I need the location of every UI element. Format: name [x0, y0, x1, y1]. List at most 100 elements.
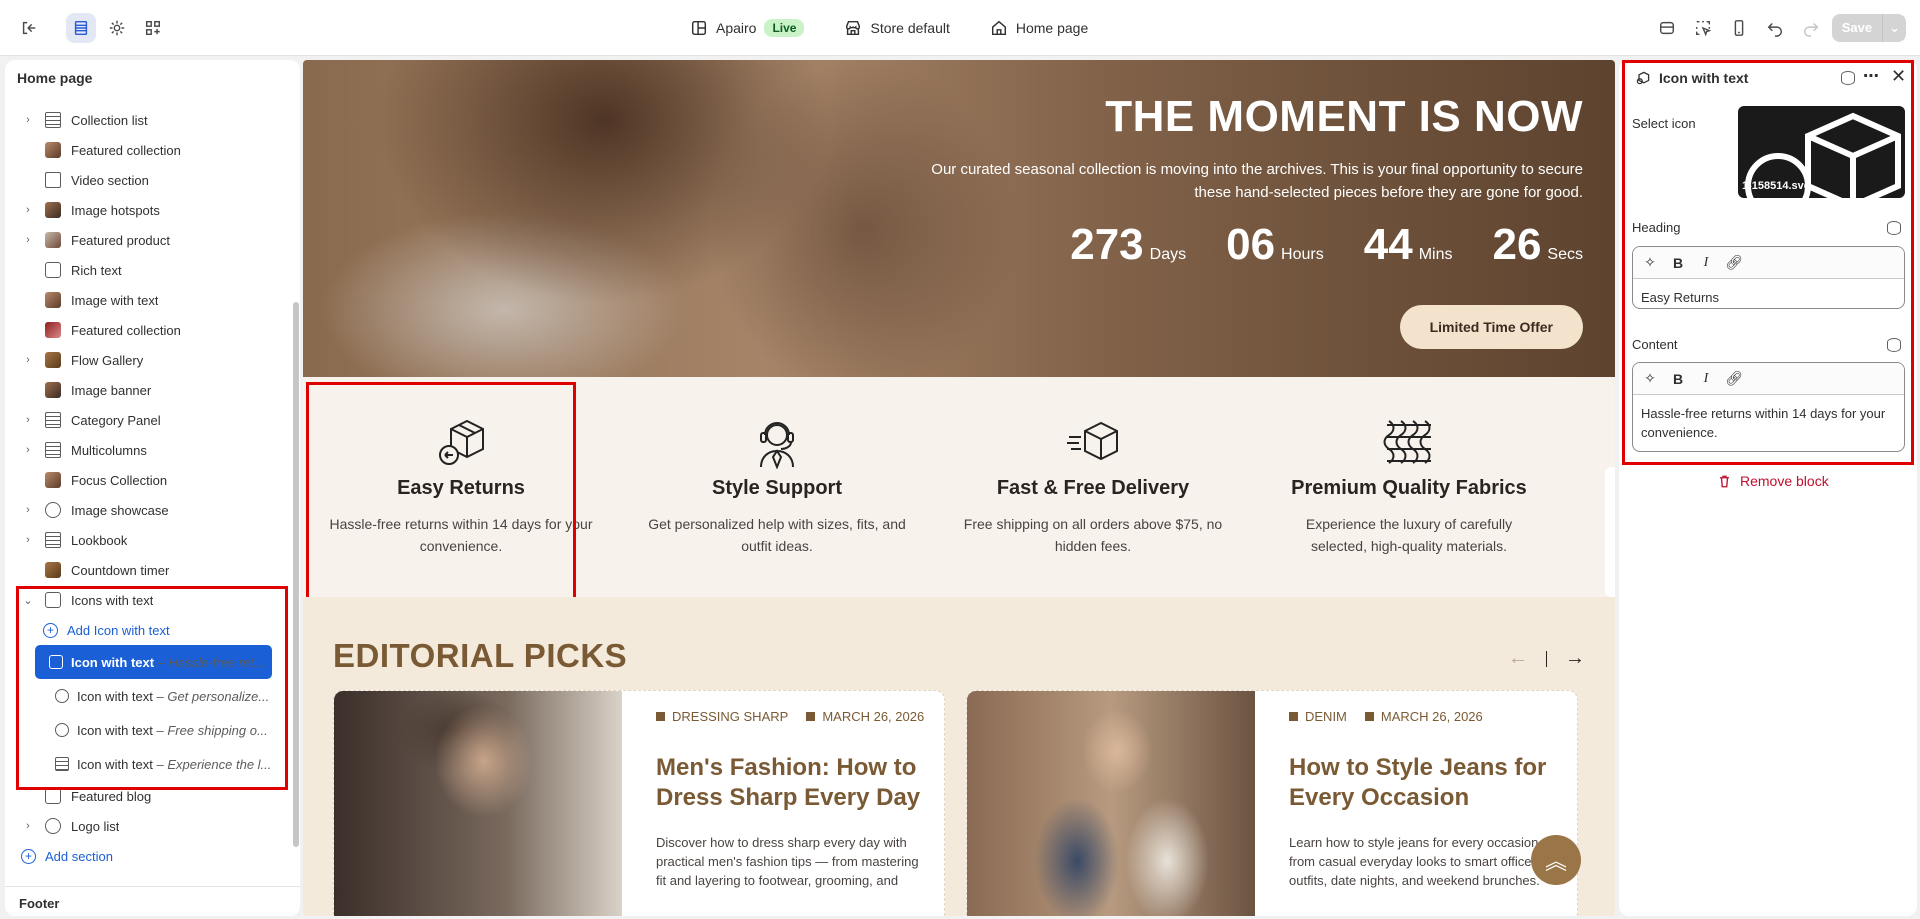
- chevron-right-icon[interactable]: ›: [21, 504, 35, 516]
- sidebar-title: Home page: [17, 70, 93, 86]
- section-label: Featured collection: [71, 322, 181, 338]
- chevron-right-icon[interactable]: ›: [21, 354, 35, 366]
- feature-fast-delivery[interactable]: Fast & Free Delivery Free shipping on al…: [935, 377, 1251, 597]
- image-thumb-icon: [45, 382, 61, 398]
- chevron-right-icon[interactable]: ›: [21, 820, 35, 832]
- chevron-up-icon: ︽: [1544, 849, 1567, 874]
- countdown-secs: 26 Secs: [1492, 220, 1583, 269]
- redo-icon[interactable]: [1796, 13, 1826, 43]
- logo-icon: [45, 818, 61, 834]
- feature-style-support[interactable]: Style Support Get personalized help with…: [619, 377, 935, 597]
- section-label: Lookbook: [71, 532, 128, 548]
- section-item[interactable]: › Image showcase: [5, 495, 287, 525]
- video-icon: [45, 172, 61, 188]
- scroll-to-top-button[interactable]: ︽: [1531, 835, 1581, 885]
- fabric-icon: [1381, 413, 1437, 469]
- chevron-right-icon[interactable]: ›: [21, 534, 35, 546]
- section-label: Countdown timer: [71, 562, 170, 578]
- top-bar: Apairo Live Store default Home page Save…: [0, 0, 1920, 56]
- blog-title[interactable]: Men's Fashion: How to Dress Sharp Every …: [656, 753, 926, 813]
- section-item[interactable]: › Featured product: [5, 225, 287, 255]
- feature-text: Free shipping on all orders above $75, n…: [963, 516, 1223, 554]
- section-label: Image banner: [71, 382, 152, 398]
- feature-premium-fabrics[interactable]: Premium Quality Fabrics Experience the l…: [1251, 377, 1567, 597]
- section-label: Featured product: [71, 232, 171, 248]
- hero-title: THE MOMENT IS NOW: [1105, 92, 1583, 141]
- block-settings-panel: Icon with text ⋯ ✕ Select icon 1-158514.…: [1619, 60, 1917, 916]
- blog-meta: DENIM MARCH 26, 2026: [1289, 709, 1483, 724]
- chevron-right-icon[interactable]: ›: [21, 234, 35, 246]
- layout-icon: [691, 20, 707, 36]
- blog-meta: DRESSING SHARP MARCH 26, 2026: [656, 709, 924, 724]
- chevron-right-icon[interactable]: ›: [21, 114, 35, 126]
- feature-title: Premium Quality Fabrics: [1291, 477, 1527, 499]
- section-label: Category Panel: [71, 412, 161, 428]
- select-cursor-icon[interactable]: [1688, 13, 1718, 43]
- section-item[interactable]: › Category Panel: [5, 405, 287, 435]
- feature-text: Experience the luxury of carefully selec…: [1305, 516, 1513, 554]
- section-item[interactable]: › Multicolumns: [5, 435, 287, 465]
- blog-title[interactable]: How to Style Jeans for Every Occasion: [1289, 753, 1559, 813]
- remove-block-button[interactable]: Remove block: [1717, 473, 1829, 489]
- arrow-left-icon[interactable]: ←: [1508, 647, 1528, 670]
- highlight-box: [1622, 60, 1914, 465]
- section-label: Image showcase: [71, 502, 169, 518]
- hero-banner: THE MOMENT IS NOW Our curated seasonal c…: [303, 60, 1615, 377]
- section-label: Featured collection: [71, 142, 181, 158]
- chevron-right-icon[interactable]: ›: [21, 444, 35, 456]
- blog-card[interactable]: DENIM MARCH 26, 2026 How to Style Jeans f…: [966, 690, 1578, 916]
- limited-offer-button[interactable]: Limited Time Offer: [1399, 305, 1583, 349]
- image-thumb-icon: [45, 142, 61, 158]
- section-item[interactable]: Focus Collection: [5, 465, 287, 495]
- blog-card[interactable]: DRESSING SHARP MARCH 26, 2026 Men's Fashi…: [333, 690, 945, 916]
- mobile-preview-icon[interactable]: [1724, 13, 1754, 43]
- add-section-link[interactable]: + Add section: [5, 841, 287, 871]
- chevron-right-icon[interactable]: ›: [21, 204, 35, 216]
- undo-icon[interactable]: [1760, 13, 1790, 43]
- fast-box-icon: [1065, 413, 1121, 469]
- countdown-timer: 273 Days 06 Hours 44 Mins 26 Secs: [1070, 220, 1583, 270]
- highlight-box: [16, 586, 288, 790]
- section-item[interactable]: Countdown timer: [5, 555, 287, 585]
- section-item[interactable]: Rich text: [5, 255, 287, 285]
- blog-date: MARCH 26, 2026: [1364, 709, 1483, 724]
- live-badge: Live: [764, 19, 805, 37]
- sections-sidebar: Home page › Collection list Featured coll…: [5, 60, 300, 916]
- chevron-right-icon[interactable]: ›: [21, 414, 35, 426]
- apps-icon[interactable]: [138, 13, 168, 43]
- section-item[interactable]: › Logo list: [5, 811, 287, 841]
- save-button[interactable]: Save ⌄: [1831, 14, 1906, 42]
- theme-selector[interactable]: Apairo Live: [690, 19, 805, 37]
- footer-label: Footer: [19, 896, 60, 911]
- section-item[interactable]: › Lookbook: [5, 525, 287, 555]
- section-label: Multicolumns: [71, 442, 147, 458]
- countdown-hours: 06 Hours: [1226, 220, 1324, 269]
- section-item[interactable]: Image with text: [5, 285, 287, 315]
- store-selector[interactable]: Store default: [844, 19, 950, 37]
- blog-tag: DENIM: [1289, 709, 1347, 724]
- section-item[interactable]: Featured collection: [5, 135, 287, 165]
- section-item[interactable]: Featured collection: [5, 315, 287, 345]
- side-tab[interactable]: [1605, 467, 1615, 597]
- blog-excerpt: Learn how to style jeans for every occas…: [1289, 835, 1540, 888]
- section-item[interactable]: › Image hotspots: [5, 195, 287, 225]
- chevron-down-icon[interactable]: ⌄: [1882, 14, 1906, 42]
- section-item[interactable]: › Flow Gallery: [5, 345, 287, 375]
- top-bar-center: Apairo Live Store default Home page: [690, 13, 1088, 43]
- gear-icon[interactable]: [102, 13, 132, 43]
- sections-icon[interactable]: [66, 13, 96, 43]
- section-item[interactable]: Image banner: [5, 375, 287, 405]
- save-label: Save: [1841, 20, 1873, 35]
- section-item[interactable]: Video section: [5, 165, 287, 195]
- section-label: Rich text: [71, 262, 122, 278]
- scrollbar[interactable]: [293, 302, 299, 847]
- exit-icon[interactable]: [14, 13, 44, 43]
- page-selector[interactable]: Home page: [990, 19, 1088, 37]
- section-item[interactable]: › Collection list: [5, 105, 287, 135]
- footer-group[interactable]: Footer: [5, 886, 300, 916]
- blog-image: [967, 691, 1255, 916]
- inspector-icon[interactable]: [1652, 13, 1682, 43]
- image-thumb-icon: [45, 232, 61, 248]
- arrow-right-icon[interactable]: →: [1565, 647, 1585, 670]
- add-section-label: Add section: [45, 848, 113, 864]
